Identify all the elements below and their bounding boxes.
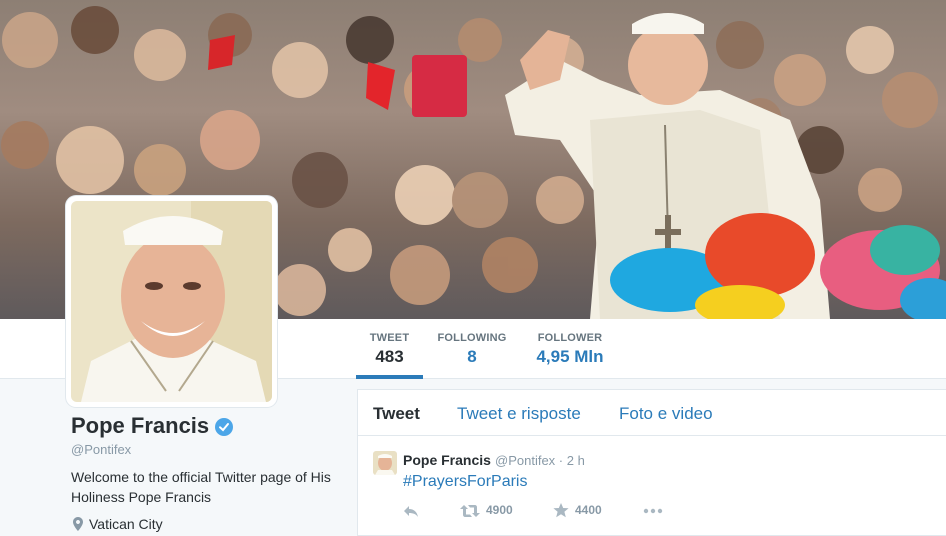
location-pin-icon bbox=[73, 517, 83, 531]
stat-tweets[interactable]: TWEET 483 bbox=[356, 319, 423, 379]
profile-avatar[interactable] bbox=[66, 196, 277, 407]
timeline: Tweet Tweet e risposte Foto e video Pope… bbox=[357, 389, 946, 536]
profile-bio: Welcome to the official Twitter page of … bbox=[71, 469, 331, 505]
stat-following-value: 8 bbox=[467, 347, 477, 366]
stat-followers-value: 4,95 Mln bbox=[536, 347, 604, 366]
verified-badge-icon bbox=[215, 418, 233, 436]
more-dots-icon bbox=[643, 508, 663, 514]
retweet-icon bbox=[460, 505, 480, 517]
tweet-author-name[interactable]: Pope Francis bbox=[403, 452, 491, 468]
tweet-author-avatar[interactable] bbox=[373, 451, 397, 475]
tab-tweets[interactable]: Tweet bbox=[373, 404, 420, 424]
retweet-button[interactable]: 4900 bbox=[460, 503, 513, 523]
stat-following-label: FOLLOWING bbox=[437, 332, 507, 344]
stat-following[interactable]: FOLLOWING 8 bbox=[436, 319, 508, 379]
tab-photos-and-videos[interactable]: Foto e video bbox=[619, 404, 713, 424]
star-icon bbox=[553, 503, 569, 518]
tweet-actions: 4900 4400 bbox=[403, 503, 703, 523]
profile-name[interactable]: Pope Francis bbox=[71, 413, 209, 439]
stat-followers[interactable]: FOLLOWER 4,95 Mln bbox=[532, 319, 608, 379]
location-text: Vatican City bbox=[89, 516, 163, 532]
tab-tweets-and-replies[interactable]: Tweet e risposte bbox=[457, 404, 581, 424]
timeline-tabs: Tweet Tweet e risposte Foto e video bbox=[358, 390, 946, 436]
tweet-meta: @Pontifex · 2 h bbox=[495, 453, 585, 468]
tweet-item[interactable]: Pope Francis @Pontifex · 2 h #PrayersFor… bbox=[358, 437, 946, 536]
reply-icon bbox=[404, 506, 418, 517]
tweet-hashtag[interactable]: #PrayersForParis bbox=[403, 473, 527, 491]
more-button[interactable] bbox=[643, 503, 663, 523]
profile-handle[interactable]: @Pontifex bbox=[71, 442, 131, 457]
favorite-button[interactable]: 4400 bbox=[553, 503, 602, 523]
favorite-count: 4400 bbox=[575, 503, 602, 517]
profile-location: Vatican City bbox=[73, 516, 163, 532]
stat-followers-label: FOLLOWER bbox=[537, 332, 603, 344]
reply-button[interactable] bbox=[403, 503, 419, 523]
stat-tweets-value: 483 bbox=[375, 347, 404, 366]
retweet-count: 4900 bbox=[486, 503, 513, 517]
stat-tweets-label: TWEET bbox=[369, 332, 410, 344]
